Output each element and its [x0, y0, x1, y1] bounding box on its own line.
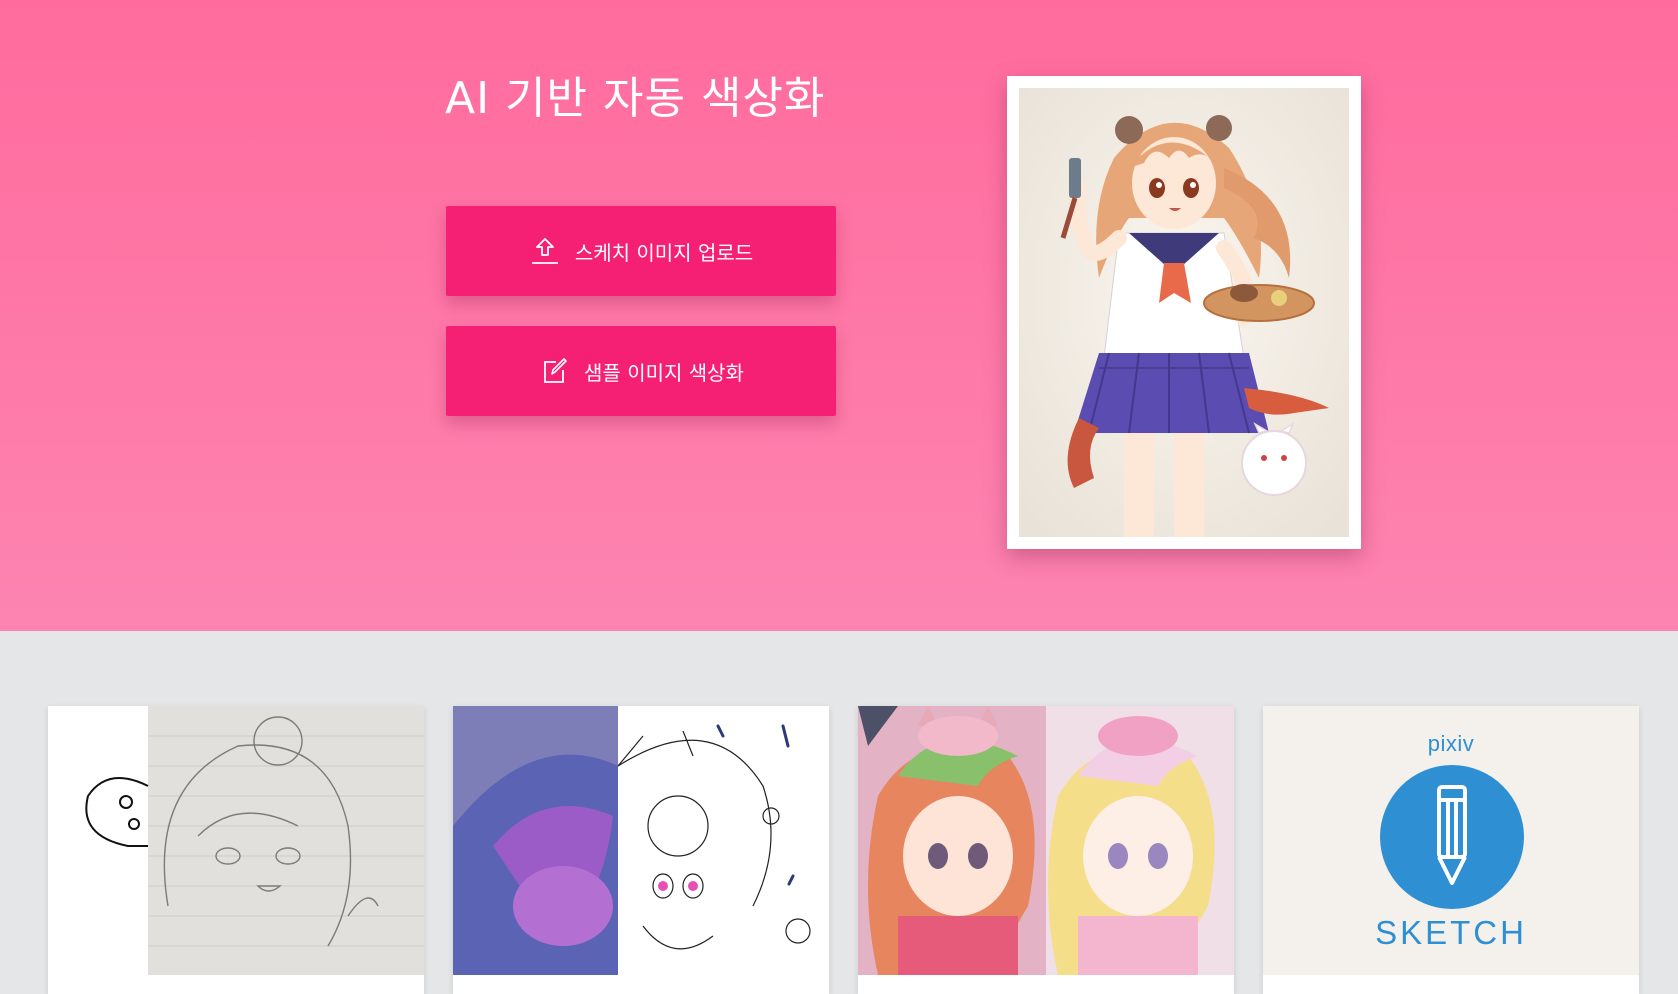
sample-image-3 — [858, 706, 1234, 975]
upload-sketch-button[interactable]: 스케치 이미지 업로드 — [446, 206, 836, 296]
upload-button-label: 스케치 이미지 업로드 — [574, 240, 754, 265]
sample-button-label: 샘플 이미지 색상화 — [584, 360, 744, 385]
sketch-logo-text: SKETCH — [1375, 914, 1527, 951]
pixiv-logo-text: pixiv — [1427, 731, 1475, 756]
upload-icon — [529, 235, 561, 267]
sample-card-4[interactable]: pixiv SKETCH — [1263, 706, 1639, 994]
hero-section: AI 기반 자동 색상화 스케치 이미지 업로드 샘플 이미지 색상화 — [0, 0, 1678, 631]
pixiv-sketch-logo: pixiv SKETCH — [1263, 706, 1639, 975]
pencil-icon — [1380, 765, 1524, 909]
showcase-image — [1019, 88, 1349, 537]
edit-icon — [538, 355, 570, 387]
sample-image-2 — [453, 706, 829, 975]
sample-card-3[interactable] — [858, 706, 1234, 994]
sample-image-1 — [48, 706, 424, 975]
sample-colorize-button[interactable]: 샘플 이미지 색상화 — [446, 326, 836, 416]
page-title: AI 기반 자동 색상화 — [445, 73, 826, 124]
sample-card-1[interactable] — [48, 706, 424, 994]
sample-card-2[interactable] — [453, 706, 829, 994]
showcase-image-frame — [1007, 76, 1361, 549]
